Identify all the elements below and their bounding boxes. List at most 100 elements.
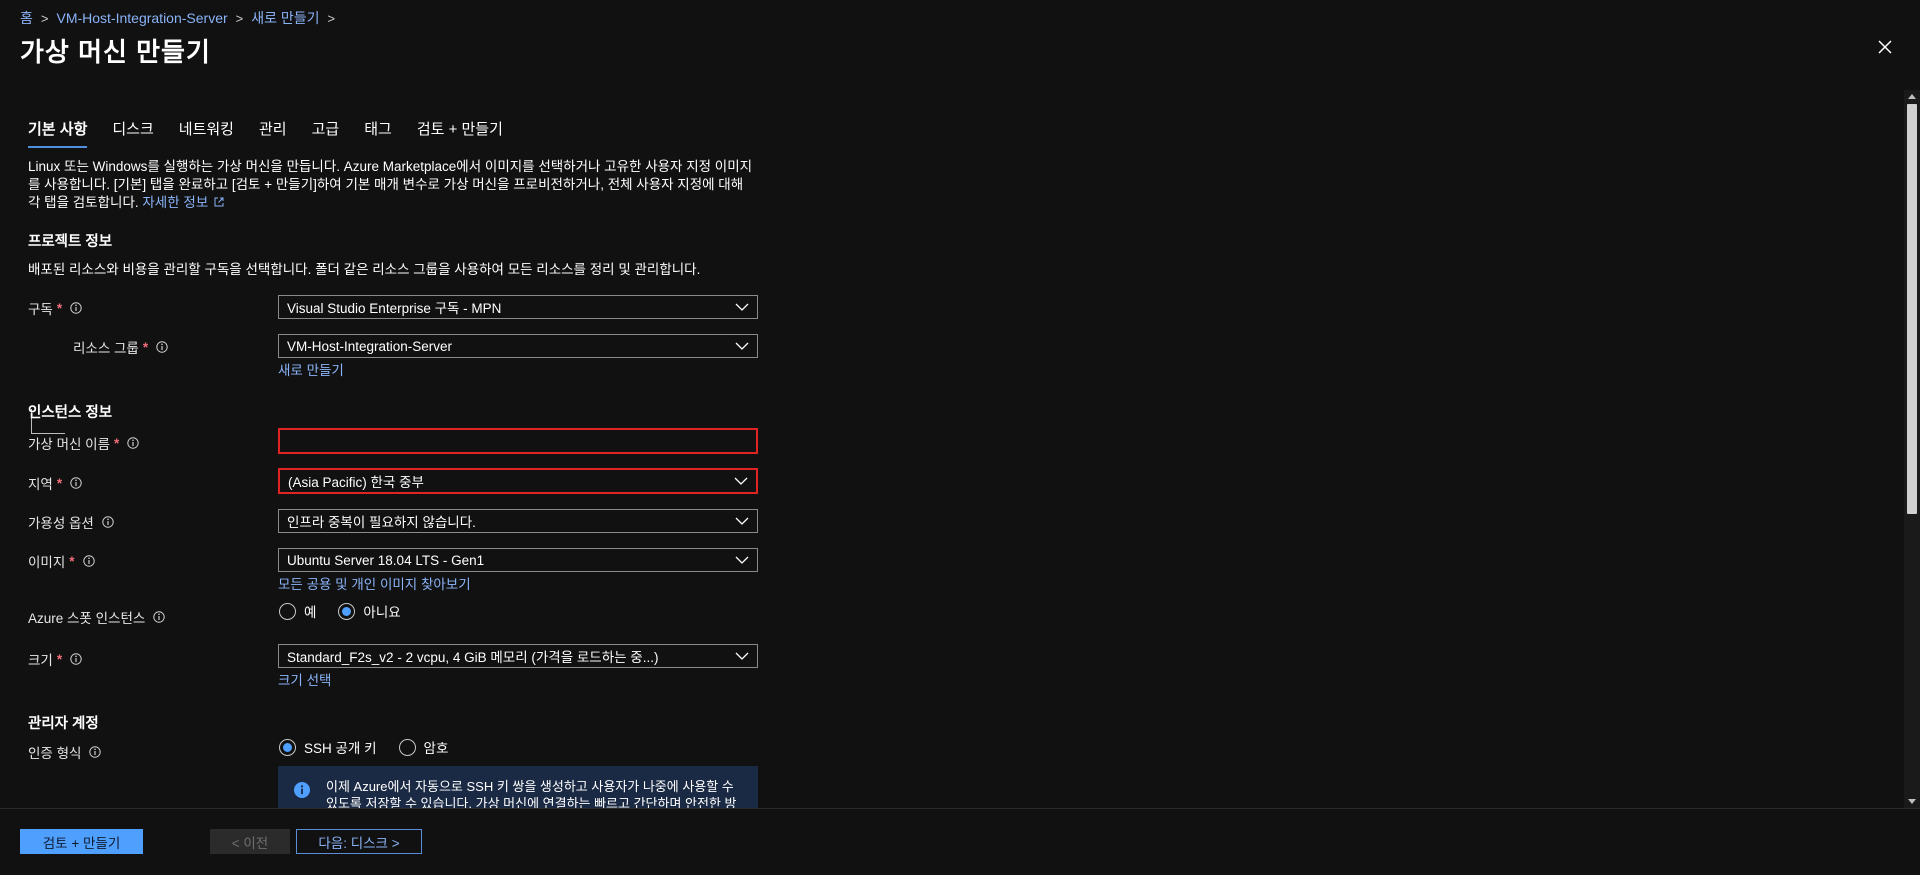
learn-more-link[interactable]: 자세한 정보 [142, 195, 208, 210]
chevron-down-icon [735, 303, 749, 311]
browse-images-link[interactable]: 모든 공용 및 개인 이미지 찾아보기 [278, 573, 471, 593]
spot-no-label[interactable]: 아니요 [363, 601, 400, 621]
ssh-info-box: 이제 Azure에서 자동으로 SSH 키 쌍을 생성하고 사용자가 나중에 사… [278, 766, 758, 808]
breadcrumb-home[interactable]: 홈 [20, 8, 33, 28]
chevron-down-icon [735, 517, 749, 525]
info-icon[interactable] [70, 653, 82, 665]
scroll-thumb[interactable] [1907, 104, 1917, 514]
breadcrumb-create-new[interactable]: 새로 만들기 [251, 8, 319, 28]
next-disks-button[interactable]: 다음: 디스크 > [296, 829, 422, 854]
close-icon[interactable] [1876, 38, 1894, 56]
availability-label-text: 가용성 옵션 [28, 516, 94, 531]
spot-instance-radio-group: 예 아니요 [279, 601, 423, 621]
vertical-scrollbar[interactable] [1904, 90, 1920, 808]
ssh-info-text: 이제 Azure에서 자동으로 SSH 키 쌍을 생성하고 사용자가 나중에 사… [326, 779, 737, 808]
auth-type-label-text: 인증 형식 [28, 746, 82, 761]
availability-select[interactable]: 인프라 중복이 필요하지 않습니다. [278, 509, 758, 533]
info-icon[interactable] [82, 555, 95, 567]
chevron-down-icon [735, 652, 749, 660]
intro-text: Linux 또는 Windows를 실행하는 가상 머신을 만듭니다. Azur… [28, 158, 758, 212]
spot-yes-radio[interactable] [279, 602, 296, 620]
image-select[interactable]: Ubuntu Server 18.04 LTS - Gen1 [278, 548, 758, 572]
admin-section-title: 관리자 계정 [28, 716, 99, 732]
size-label: 크기 * [28, 649, 82, 669]
image-label-text: 이미지 [28, 555, 66, 570]
subscription-select[interactable]: Visual Studio Enterprise 구독 - MPN [278, 295, 758, 319]
info-icon [294, 782, 310, 798]
info-icon[interactable] [89, 746, 102, 758]
info-icon[interactable] [156, 341, 168, 353]
auth-ssh-radio[interactable] [279, 738, 296, 756]
tab-advanced[interactable]: 고급 [312, 118, 340, 148]
subscription-label: 구독 * [28, 298, 82, 318]
size-select[interactable]: Standard_F2s_v2 - 2 vcpu, 4 GiB 메모리 (가격을… [278, 644, 758, 668]
breadcrumb-separator-icon: > [40, 10, 49, 26]
region-value: (Asia Pacific) 한국 중부 [288, 475, 424, 490]
auth-type-label: 인증 형식 [28, 742, 102, 762]
tab-bar: 기본 사항 디스크 네트워킹 관리 고급 태그 검토 + 만들기 [28, 118, 528, 148]
tab-networking[interactable]: 네트워킹 [179, 118, 234, 148]
breadcrumb: 홈 > VM-Host-Integration-Server > 새로 만들기 … [20, 8, 343, 28]
footer-bar: 검토 + 만들기 < 이전 다음: 디스크 > [0, 808, 1920, 875]
required-marker: * [56, 651, 63, 667]
instance-section-title: 인스턴스 정보 [28, 405, 113, 421]
info-icon[interactable] [153, 611, 165, 623]
breadcrumb-resource-group[interactable]: VM-Host-Integration-Server [56, 10, 227, 26]
required-marker: * [69, 553, 75, 569]
resource-group-label: 리소스 그룹 * [73, 337, 168, 357]
tab-review-create[interactable]: 검토 + 만들기 [417, 118, 503, 148]
create-new-resource-group-link[interactable]: 새로 만들기 [278, 359, 344, 379]
image-label: 이미지 * [28, 551, 95, 571]
info-icon[interactable] [70, 477, 82, 489]
required-marker: * [56, 475, 63, 491]
spot-no-radio[interactable] [338, 602, 356, 620]
spot-instance-label-text: Azure 스폿 인스턴스 [28, 611, 146, 626]
info-icon[interactable] [102, 516, 114, 528]
required-marker: * [114, 435, 120, 451]
intro-description: Linux 또는 Windows를 실행하는 가상 머신을 만듭니다. Azur… [28, 159, 753, 210]
resource-group-select[interactable]: VM-Host-Integration-Server [278, 334, 758, 358]
tab-tags[interactable]: 태그 [364, 118, 392, 148]
region-select[interactable]: (Asia Pacific) 한국 중부 [278, 468, 758, 494]
auth-password-label[interactable]: 암호 [424, 737, 449, 757]
resource-group-value: VM-Host-Integration-Server [287, 338, 453, 354]
image-value: Ubuntu Server 18.04 LTS - Gen1 [287, 552, 485, 568]
auth-type-radio-group: SSH 공개 키 암호 [279, 737, 470, 757]
subscription-value: Visual Studio Enterprise 구독 - MPN [287, 301, 502, 316]
page-title: 가상 머신 만들기 [20, 37, 211, 67]
project-section-title: 프로젝트 정보 [28, 234, 113, 250]
review-create-button[interactable]: 검토 + 만들기 [20, 829, 143, 854]
select-size-link[interactable]: 크기 선택 [278, 669, 331, 689]
auth-password-radio[interactable] [398, 738, 416, 756]
scroll-up-arrow-icon[interactable] [1908, 94, 1916, 99]
tab-basics[interactable]: 기본 사항 [28, 118, 88, 148]
breadcrumb-separator-icon: > [235, 10, 244, 26]
scroll-down-arrow-icon[interactable] [1908, 799, 1916, 804]
resource-group-label-text: 리소스 그룹 [73, 341, 139, 356]
chevron-down-icon [734, 477, 748, 485]
region-label: 지역 * [28, 473, 82, 493]
chevron-down-icon [735, 342, 749, 350]
vm-name-label-text: 가상 머신 이름 [28, 437, 111, 452]
vm-name-label: 가상 머신 이름 * [28, 433, 139, 453]
external-link-icon [214, 197, 224, 207]
availability-label: 가용성 옵션 [28, 512, 114, 532]
auth-ssh-label[interactable]: SSH 공개 키 [304, 737, 377, 757]
availability-value: 인프라 중복이 필요하지 않습니다. [287, 515, 476, 530]
breadcrumb-separator-icon: > [327, 10, 336, 26]
info-icon[interactable] [70, 302, 82, 314]
size-value: Standard_F2s_v2 - 2 vcpu, 4 GiB 메모리 (가격을… [287, 650, 659, 665]
size-label-text: 크기 [28, 653, 53, 668]
required-marker: * [56, 300, 63, 316]
chevron-down-icon [735, 556, 749, 564]
required-marker: * [142, 339, 149, 355]
tab-management[interactable]: 관리 [259, 118, 287, 148]
previous-button[interactable]: < 이전 [210, 829, 290, 854]
tab-disks[interactable]: 디스크 [112, 118, 153, 148]
subscription-label-text: 구독 [28, 302, 53, 317]
region-label-text: 지역 [28, 477, 53, 492]
vm-name-input[interactable] [278, 428, 758, 454]
project-description: 배포된 리소스와 비용을 관리할 구독을 선택합니다. 폴더 같은 리소스 그룹… [28, 262, 701, 277]
spot-yes-label[interactable]: 예 [304, 601, 316, 621]
info-icon[interactable] [127, 437, 139, 449]
